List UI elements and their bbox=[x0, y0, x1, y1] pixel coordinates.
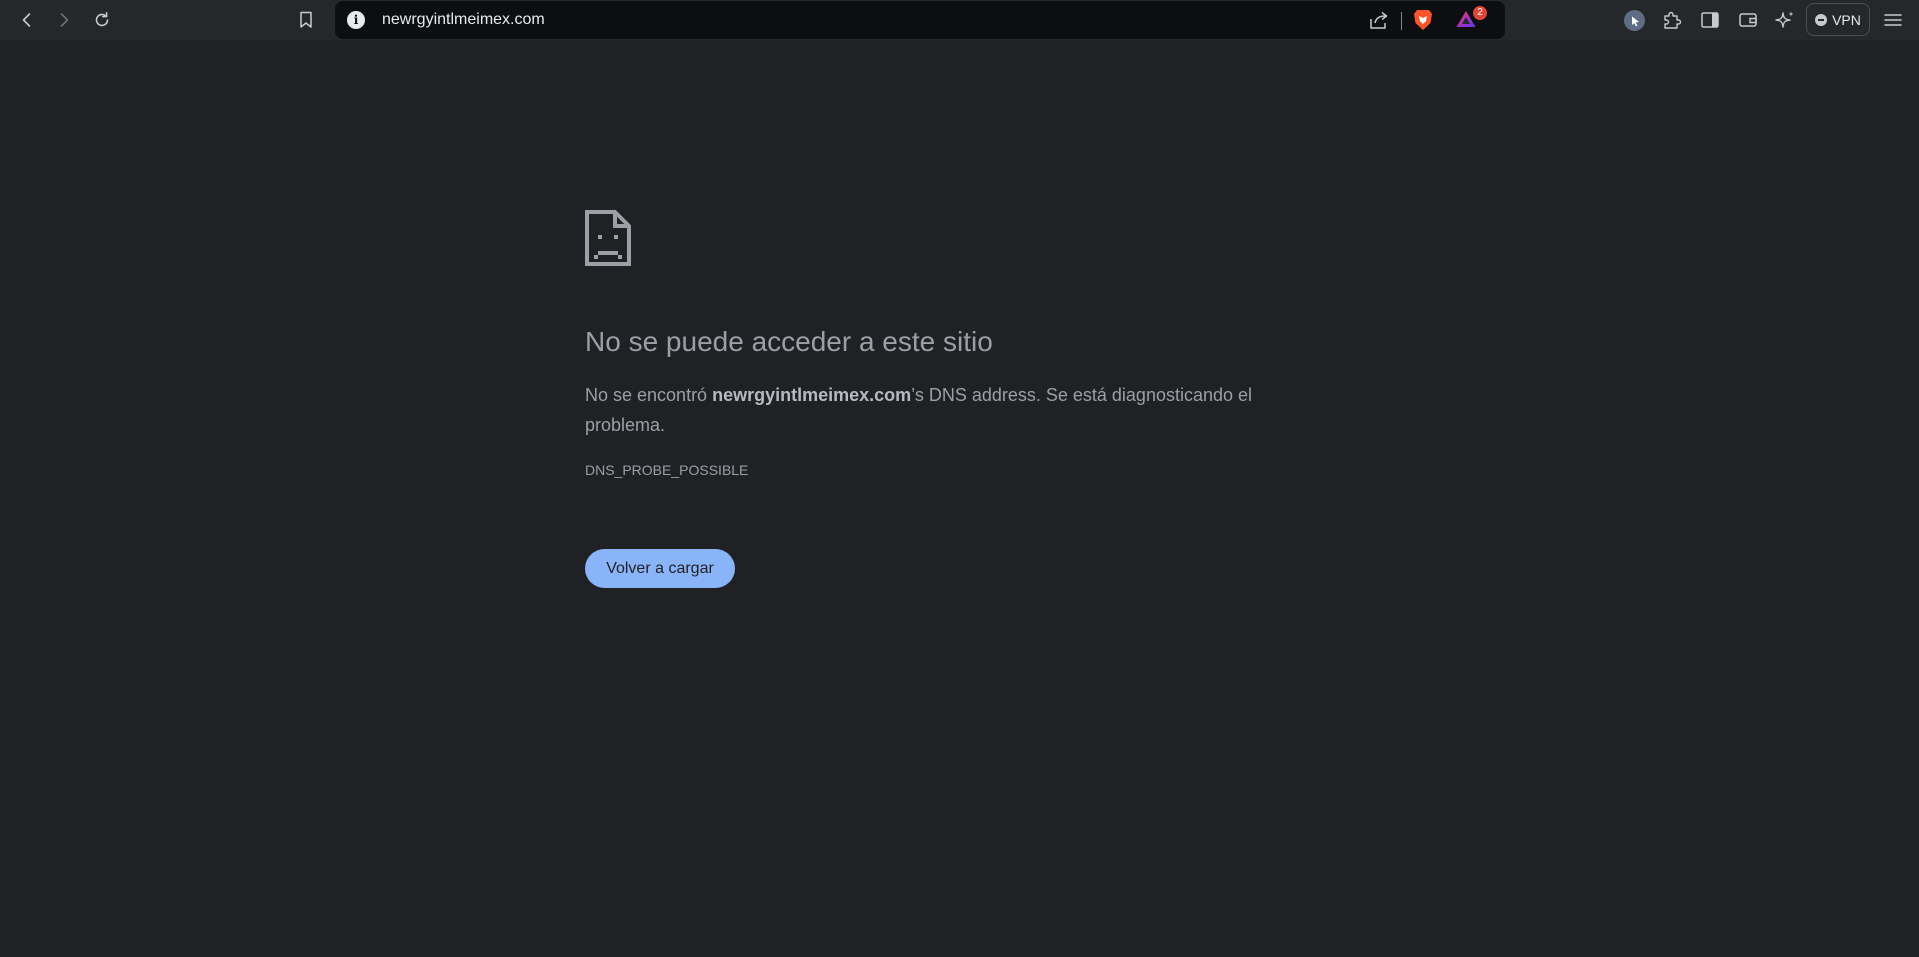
forward-button[interactable] bbox=[50, 6, 78, 34]
error-description: No se encontró newrgyintlmeimex.com’s DN… bbox=[585, 380, 1285, 440]
vpn-label: VPN bbox=[1832, 11, 1861, 28]
error-description-host: newrgyintlmeimex.com bbox=[712, 385, 912, 405]
brave-shields-button[interactable] bbox=[1413, 9, 1433, 36]
share-icon bbox=[1370, 11, 1388, 29]
sad-document-icon bbox=[585, 210, 631, 271]
sidebar-icon bbox=[1701, 12, 1719, 28]
omnibox-divider bbox=[1401, 12, 1402, 30]
hamburger-menu-icon bbox=[1884, 14, 1902, 26]
puzzle-icon bbox=[1664, 11, 1682, 29]
address-url[interactable]: newrgyintlmeimex.com bbox=[382, 1, 545, 39]
extensions-button[interactable] bbox=[1658, 6, 1686, 34]
brave-lion-icon bbox=[1414, 10, 1432, 30]
wallet-icon bbox=[1739, 13, 1757, 27]
vpn-status-icon bbox=[1815, 13, 1828, 26]
reload-icon bbox=[95, 12, 109, 27]
reload-page-button[interactable]: Volver a cargar bbox=[585, 549, 735, 588]
bookmark-icon bbox=[300, 11, 312, 28]
reload-button[interactable] bbox=[88, 6, 116, 34]
address-bar[interactable]: i newrgyintlmeimex.com 2 bbox=[335, 1, 1505, 39]
error-code: DNS_PROBE_POSSIBLE bbox=[585, 462, 749, 478]
wallet-button[interactable] bbox=[1734, 6, 1762, 34]
share-button[interactable] bbox=[1368, 10, 1390, 35]
sidebar-button[interactable] bbox=[1696, 6, 1724, 34]
forward-arrow-icon bbox=[60, 13, 69, 27]
back-button[interactable] bbox=[13, 6, 41, 34]
error-title: No se puede acceder a este sitio bbox=[585, 326, 993, 357]
vpn-button[interactable]: VPN bbox=[1806, 3, 1870, 36]
browser-toolbar: i newrgyintlmeimex.com 2 VPN bbox=[0, 0, 1919, 40]
leo-ai-button[interactable] bbox=[1771, 6, 1799, 34]
bookmark-button[interactable] bbox=[292, 6, 320, 34]
error-description-prefix: No se encontró bbox=[585, 385, 713, 405]
main-menu-button[interactable] bbox=[1879, 6, 1907, 34]
info-icon[interactable]: i bbox=[347, 11, 365, 29]
sparkle-icon bbox=[1775, 11, 1794, 28]
profile-button[interactable] bbox=[1624, 10, 1645, 31]
rewards-badge: 2 bbox=[1473, 6, 1487, 20]
back-arrow-icon bbox=[22, 13, 31, 27]
cursor-profile-icon bbox=[1631, 16, 1639, 26]
